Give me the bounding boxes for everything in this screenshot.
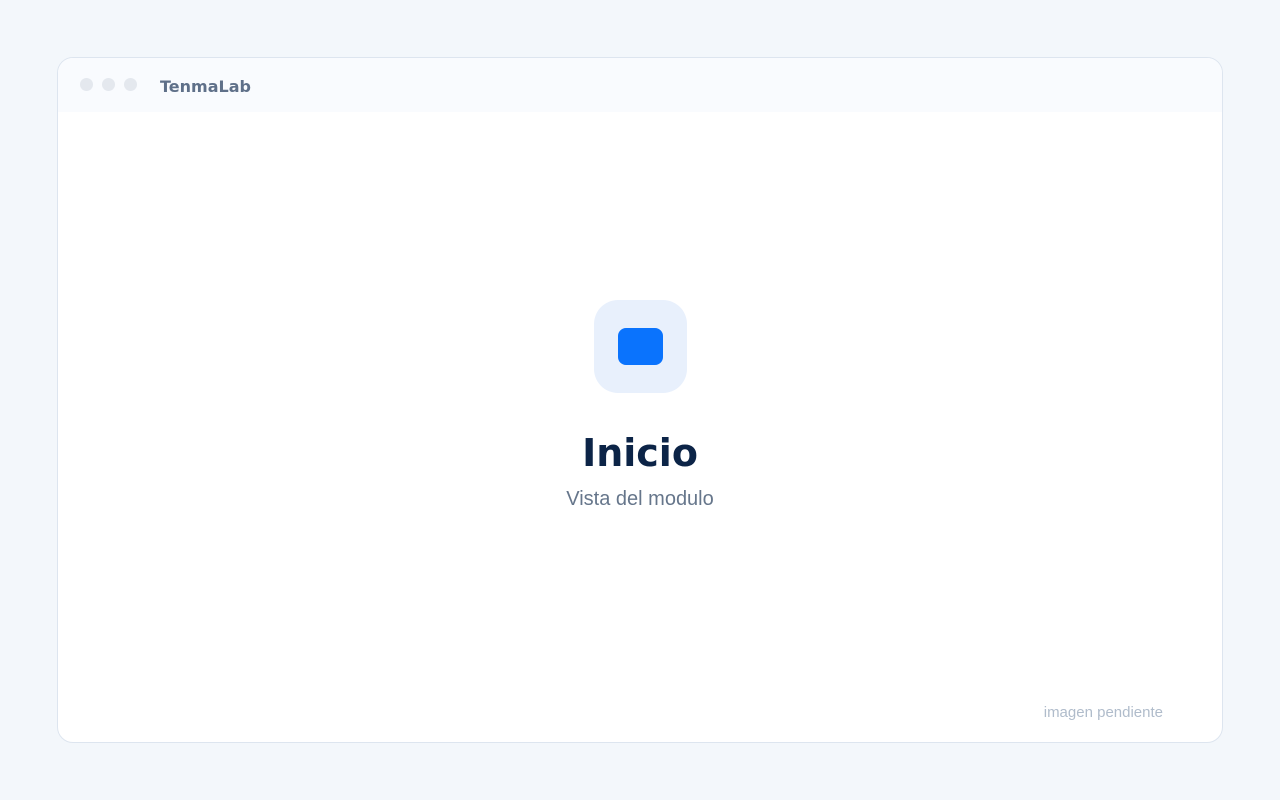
app-title: TenmaLab xyxy=(160,77,251,96)
page-subtitle: Vista del modulo xyxy=(566,488,714,510)
module-icon-tile xyxy=(594,300,687,393)
image-pending-note: imagen pendiente xyxy=(1043,704,1163,721)
page-title: Inicio xyxy=(582,431,698,475)
module-icon xyxy=(618,328,663,365)
window-titlebar: TenmaLab xyxy=(58,58,1222,112)
window-control-minimize[interactable] xyxy=(102,78,115,91)
app-window: TenmaLab Inicio Vista del modulo imagen … xyxy=(57,57,1223,743)
window-control-close[interactable] xyxy=(80,78,93,91)
window-control-maximize[interactable] xyxy=(124,78,137,91)
